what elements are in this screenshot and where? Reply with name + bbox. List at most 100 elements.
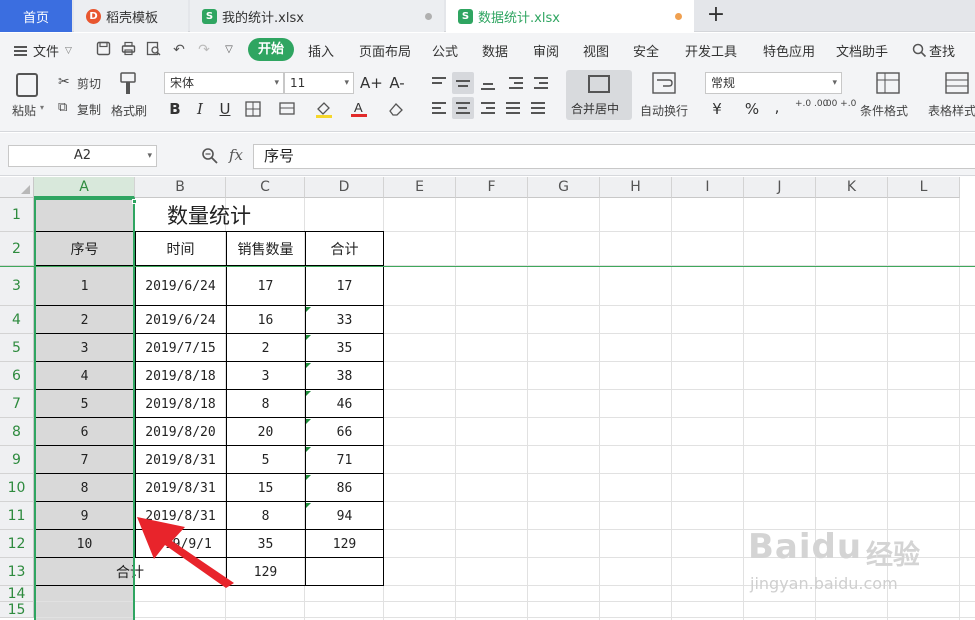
shrink-font-button[interactable]: A- xyxy=(387,73,407,93)
row-header-8[interactable]: 8 xyxy=(0,418,34,446)
data-cell[interactable]: 17 xyxy=(305,266,384,306)
align-middle-button[interactable] xyxy=(452,72,474,94)
table-style-button[interactable]: 表格样式 xyxy=(928,102,975,119)
row-header-10[interactable]: 10 xyxy=(0,474,34,502)
row-header-15[interactable]: 15 xyxy=(0,602,34,618)
data-cell[interactable]: 20 xyxy=(226,418,305,446)
column-header-l[interactable]: L xyxy=(888,177,960,198)
data-cell[interactable]: 46 xyxy=(305,390,384,418)
column-heading[interactable]: 合计 xyxy=(305,232,384,266)
select-all-corner[interactable] xyxy=(0,177,34,198)
menu-start[interactable]: 开始 xyxy=(248,38,295,61)
borders-icon[interactable] xyxy=(243,99,263,119)
increase-decimal-button[interactable]: +.0 .00 xyxy=(795,100,828,109)
distributed-button[interactable] xyxy=(527,97,549,119)
menu-file[interactable]: 文件 ▽ xyxy=(14,41,72,60)
data-cell[interactable]: 2019/8/31 xyxy=(135,446,226,474)
data-cell[interactable]: 8 xyxy=(226,502,305,530)
column-header-d[interactable]: D xyxy=(305,177,384,198)
align-right-button[interactable] xyxy=(477,97,499,119)
percent-button[interactable]: % xyxy=(742,99,762,119)
menu-security[interactable]: 安全 xyxy=(633,41,659,60)
row-header-12[interactable]: 12 xyxy=(0,530,34,558)
data-cell[interactable]: 2019/8/31 xyxy=(135,474,226,502)
format-painter-icon[interactable] xyxy=(118,72,138,96)
cell-format-icon[interactable] xyxy=(277,99,297,119)
cut-button[interactable]: 剪切 xyxy=(77,75,101,92)
fill-handle[interactable] xyxy=(132,199,137,204)
print-icon[interactable] xyxy=(119,41,137,59)
column-header-h[interactable]: H xyxy=(600,177,672,198)
data-cell[interactable]: 35 xyxy=(226,530,305,558)
data-cell[interactable]: 5 xyxy=(226,446,305,474)
row-header-7[interactable]: 7 xyxy=(0,390,34,418)
data-cell[interactable]: 71 xyxy=(305,446,384,474)
zoom-search-icon[interactable] xyxy=(201,147,218,164)
grow-font-button[interactable]: A+ xyxy=(360,73,383,93)
row-header-14[interactable]: 14 xyxy=(0,586,34,602)
data-cell[interactable]: 15 xyxy=(226,474,305,502)
number-format-select[interactable]: 常规 ▾ xyxy=(705,72,842,94)
data-cell[interactable]: 2019/8/31 xyxy=(135,502,226,530)
menu-data[interactable]: 数据 xyxy=(482,41,508,60)
column-heading[interactable]: 销售数量 xyxy=(226,232,305,266)
currency-button[interactable]: ¥ xyxy=(707,99,727,119)
data-cell[interactable]: 2019/6/24 xyxy=(135,266,226,306)
data-cell[interactable]: 2019/9/1 xyxy=(135,530,226,558)
data-cell[interactable]: 86 xyxy=(305,474,384,502)
total-qty[interactable]: 129 xyxy=(226,558,305,586)
row-header-4[interactable]: 4 xyxy=(0,306,34,334)
column-heading[interactable]: 时间 xyxy=(135,232,226,266)
bold-button[interactable]: B xyxy=(165,99,185,119)
row-header-2[interactable]: 2 xyxy=(0,232,34,266)
conditional-format-button[interactable]: 条件格式 xyxy=(860,102,908,119)
new-tab-button[interactable]: + xyxy=(704,4,728,28)
data-cell[interactable]: 2019/7/15 xyxy=(135,334,226,362)
data-cell[interactable]: 94 xyxy=(305,502,384,530)
customize-toolbar-icon[interactable]: ▽ xyxy=(220,41,238,59)
decrease-decimal-button[interactable]: .00 +.0 xyxy=(823,100,856,109)
row-header-6[interactable]: 6 xyxy=(0,362,34,390)
column-header-b[interactable]: B xyxy=(135,177,226,198)
merge-center-button[interactable]: 合并居中 xyxy=(566,70,632,120)
column-header-g[interactable]: G xyxy=(528,177,600,198)
data-cell[interactable]: 3 xyxy=(226,362,305,390)
row-header-9[interactable]: 9 xyxy=(0,446,34,474)
menu-review[interactable]: 审阅 xyxy=(533,41,559,60)
data-cell[interactable]: 2019/8/18 xyxy=(135,390,226,418)
data-cell[interactable]: 35 xyxy=(305,334,384,362)
menu-insert[interactable]: 插入 xyxy=(308,41,334,60)
font-size-select[interactable]: 11 ▾ xyxy=(284,72,354,94)
underline-button[interactable]: U xyxy=(215,99,235,119)
data-cell[interactable]: 129 xyxy=(305,530,384,558)
formula-input[interactable]: 序号 xyxy=(253,144,975,169)
increase-indent-button[interactable] xyxy=(530,72,552,94)
save-icon[interactable] xyxy=(94,41,112,59)
column-header-i[interactable]: I xyxy=(672,177,744,198)
copy-button[interactable]: 复制 xyxy=(77,101,101,118)
menu-doc-assistant[interactable]: 文档助手 xyxy=(836,41,888,60)
justify-button[interactable] xyxy=(502,97,524,119)
undo-icon[interactable]: ↶ xyxy=(170,41,188,59)
menu-search[interactable]: 查找 xyxy=(912,41,955,60)
align-top-button[interactable] xyxy=(428,72,450,94)
data-cell[interactable]: 2 xyxy=(226,334,305,362)
tab-templates[interactable]: D 稻壳模板 xyxy=(74,0,188,32)
paste-dropdown-icon[interactable]: ▾ xyxy=(40,103,44,112)
align-bottom-button[interactable] xyxy=(477,72,499,94)
wrap-text-button[interactable]: 自动换行 xyxy=(640,102,688,119)
paste-icon[interactable] xyxy=(16,73,38,97)
data-cell[interactable]: 2019/8/18 xyxy=(135,362,226,390)
print-preview-icon[interactable] xyxy=(144,41,162,59)
thousands-button[interactable]: , xyxy=(767,97,787,117)
data-cell[interactable]: 2019/6/24 xyxy=(135,306,226,334)
redo-icon[interactable]: ↷ xyxy=(195,41,213,59)
row-header-5[interactable]: 5 xyxy=(0,334,34,362)
clear-format-icon[interactable] xyxy=(386,99,406,119)
tab-home[interactable]: 首页 xyxy=(0,0,72,32)
decrease-indent-button[interactable] xyxy=(505,72,527,94)
format-painter-button[interactable]: 格式刷 xyxy=(111,102,147,119)
data-cell[interactable]: 33 xyxy=(305,306,384,334)
row-header-1[interactable]: 1 xyxy=(0,198,34,232)
menu-view[interactable]: 视图 xyxy=(583,41,609,60)
